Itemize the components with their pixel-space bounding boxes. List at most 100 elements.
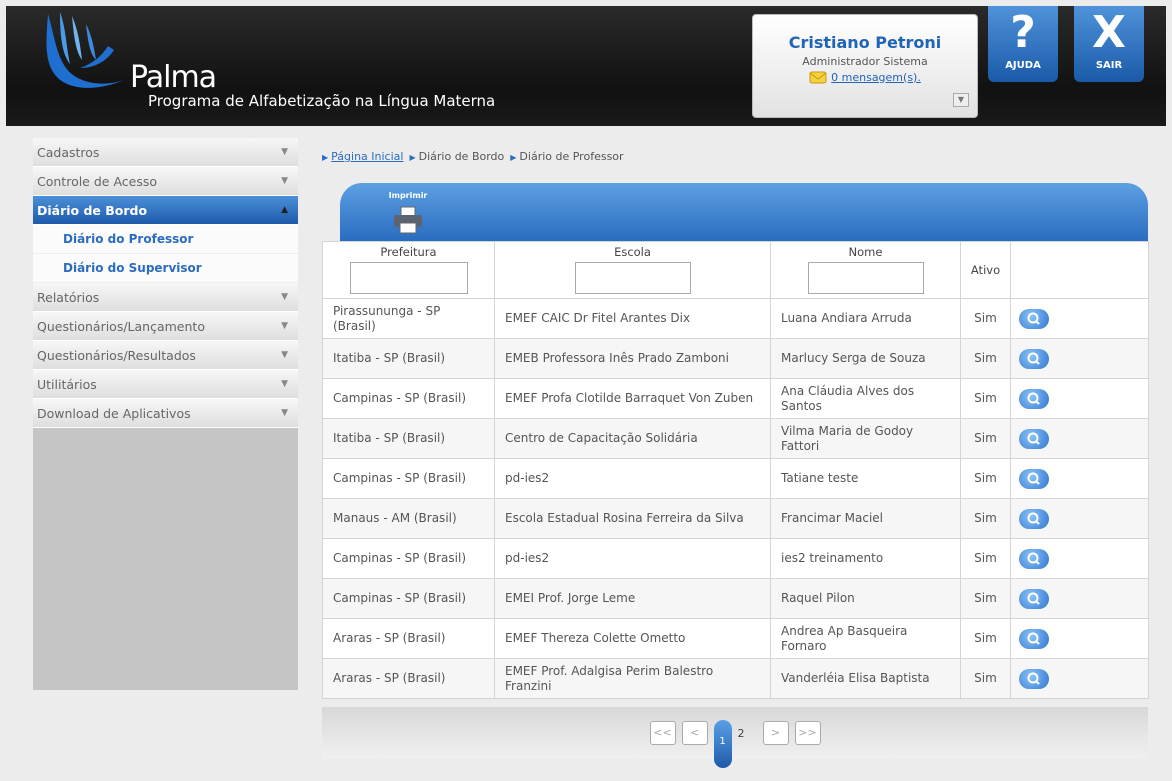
table-row: Pirassununga - SP (Brasil) EMEF CAIC Dr F…	[322, 298, 1149, 339]
page-2-link[interactable]: 2	[738, 727, 745, 740]
magnifier-icon	[1027, 472, 1040, 485]
table-row: Araras - SP (Brasil) EMEF Prof. Adalgisa …	[322, 658, 1149, 699]
exit-button[interactable]: X SAIR	[1074, 6, 1144, 82]
print-button-label: Imprimir	[388, 191, 428, 200]
cell-action	[1010, 458, 1149, 499]
breadcrumb-diario-bordo: Diário de Bordo	[418, 150, 505, 163]
breadcrumb-item: ▶ Diário de Bordo	[409, 150, 504, 163]
sidebar-item-label: Controle de Acesso	[37, 173, 158, 189]
chevron-down-icon: ▼	[281, 379, 288, 389]
view-details-button[interactable]	[1019, 428, 1049, 449]
cell-ativo: Sim	[960, 498, 1011, 539]
cell-escola: EMEI Prof. Jorge Leme	[494, 578, 771, 619]
cell-prefeitura: Campinas - SP (Brasil)	[322, 538, 495, 579]
results-table: Prefeitura Escola Nome Ativo Pirassunung…	[322, 241, 1149, 699]
cell-escola: pd-ies2	[494, 458, 771, 499]
breadcrumb-link-home[interactable]: Página Inicial	[331, 150, 403, 163]
table-row: Campinas - SP (Brasil) EMEF Profa Clotild…	[322, 378, 1149, 419]
pagination: << < 1 2 > >>	[322, 707, 1148, 768]
first-page-button[interactable]: <<	[649, 721, 676, 745]
magnifier-icon	[1027, 672, 1040, 685]
triangle-right-icon: ▶	[409, 153, 416, 162]
prev-page-button[interactable]: <	[681, 721, 708, 745]
chevron-down-icon: ▼	[281, 147, 288, 157]
view-details-button[interactable]	[1019, 348, 1049, 369]
cell-nome: Vanderléia Elisa Baptista	[770, 658, 961, 699]
sidebar-item-cadastros[interactable]: Cadastros ▼	[33, 138, 298, 167]
messages-row: 0 mensagem(s).	[753, 70, 977, 84]
cell-ativo: Sim	[960, 578, 1011, 619]
chevron-down-icon: ▼	[281, 321, 288, 331]
sidebar-item-controle-de-acesso[interactable]: Controle de Acesso ▼	[33, 167, 298, 196]
cell-prefeitura: Campinas - SP (Brasil)	[322, 458, 495, 499]
column-header-escola: Escola	[494, 241, 771, 299]
table-row: Itatiba - SP (Brasil) Centro de Capacitaç…	[322, 418, 1149, 459]
logo-subtitle: Programa de Alfabetização na Língua Mate…	[148, 92, 496, 110]
column-header-actions	[1010, 241, 1149, 299]
sidebar-item-download-aplicativos[interactable]: Download de Aplicativos ▼	[33, 399, 298, 428]
sidebar-item-questionarios-lancamento[interactable]: Questionários/Lançamento ▼	[33, 312, 298, 341]
magnifier-icon	[1027, 552, 1040, 565]
cell-ativo: Sim	[960, 298, 1011, 339]
view-details-button[interactable]	[1019, 388, 1049, 409]
last-page-button[interactable]: >>	[794, 721, 821, 745]
help-button-label: AJUDA	[1005, 60, 1041, 71]
nome-filter-input[interactable]	[807, 262, 924, 294]
cell-escola: Centro de Capacitação Solidária	[494, 418, 771, 459]
view-details-button[interactable]	[1019, 468, 1049, 489]
user-menu-toggle[interactable]: ▼	[953, 93, 969, 107]
prefeitura-filter-input[interactable]	[349, 262, 468, 294]
chevron-down-icon: ▼	[281, 176, 288, 186]
cell-nome: Raquel Pilon	[770, 578, 961, 619]
sidebar: Cadastros ▼ Controle de Acesso ▼ Diário …	[33, 138, 298, 690]
view-details-button[interactable]	[1019, 668, 1049, 689]
sidebar-item-utilitarios[interactable]: Utilitários ▼	[33, 370, 298, 399]
sidebar-subitem-diario-supervisor[interactable]: Diário do Supervisor	[33, 254, 298, 283]
cell-action	[1010, 538, 1149, 579]
user-role: Administrador Sistema	[802, 55, 928, 68]
column-header-prefeitura: Prefeitura	[322, 241, 495, 299]
sidebar-item-label: Diário de Bordo	[37, 202, 148, 218]
cell-ativo: Sim	[960, 618, 1011, 659]
sidebar-item-label: Utilitários	[37, 376, 97, 392]
column-header-label: Prefeitura	[380, 245, 437, 259]
cell-prefeitura: Campinas - SP (Brasil)	[322, 578, 495, 619]
sidebar-item-label: Relatórios	[37, 289, 100, 305]
escola-filter-input[interactable]	[574, 262, 691, 294]
view-details-button[interactable]	[1019, 628, 1049, 649]
close-icon: X	[1092, 7, 1126, 58]
view-details-button[interactable]	[1019, 308, 1049, 329]
print-button[interactable]: Imprimir	[380, 191, 436, 234]
cell-prefeitura: Pirassununga - SP (Brasil)	[322, 298, 495, 339]
cell-nome: Tatiane teste	[770, 458, 961, 499]
sidebar-item-relatorios[interactable]: Relatórios ▼	[33, 283, 298, 312]
question-mark-icon: ?	[1010, 7, 1036, 58]
sidebar-item-label: Questionários/Lançamento	[37, 318, 205, 334]
user-name: Cristiano Petroni	[788, 33, 942, 52]
sidebar-item-label: Cadastros	[37, 144, 100, 160]
column-header-nome: Nome	[770, 241, 961, 299]
cell-action	[1010, 618, 1149, 659]
current-page-indicator[interactable]: 1	[713, 720, 732, 768]
cell-ativo: Sim	[960, 538, 1011, 579]
view-details-button[interactable]	[1019, 508, 1049, 529]
sidebar-item-diario-de-bordo[interactable]: Diário de Bordo ▲	[33, 196, 298, 225]
cell-action	[1010, 298, 1149, 339]
sidebar-subitem-diario-professor[interactable]: Diário do Professor	[33, 225, 298, 254]
help-button[interactable]: ? AJUDA	[988, 6, 1058, 82]
chevron-down-icon: ▼	[281, 292, 288, 302]
cell-ativo: Sim	[960, 338, 1011, 379]
table-row: Campinas - SP (Brasil) EMEI Prof. Jorge L…	[322, 578, 1149, 619]
next-page-button[interactable]: >	[762, 721, 789, 745]
table-row: Araras - SP (Brasil) EMEF Thereza Colette…	[322, 618, 1149, 659]
sidebar-item-questionarios-resultados[interactable]: Questionários/Resultados ▼	[33, 341, 298, 370]
cell-escola: EMEF CAIC Dr Fitel Arantes Dix	[494, 298, 771, 339]
column-header-label: Ativo	[970, 262, 1001, 277]
toolbar: Imprimir	[340, 183, 1148, 241]
magnifier-icon	[1027, 312, 1040, 325]
messages-link[interactable]: 0 mensagem(s).	[831, 71, 921, 84]
cell-prefeitura: Itatiba - SP (Brasil)	[322, 338, 495, 379]
cell-action	[1010, 378, 1149, 419]
view-details-button[interactable]	[1019, 588, 1049, 609]
view-details-button[interactable]	[1019, 548, 1049, 569]
